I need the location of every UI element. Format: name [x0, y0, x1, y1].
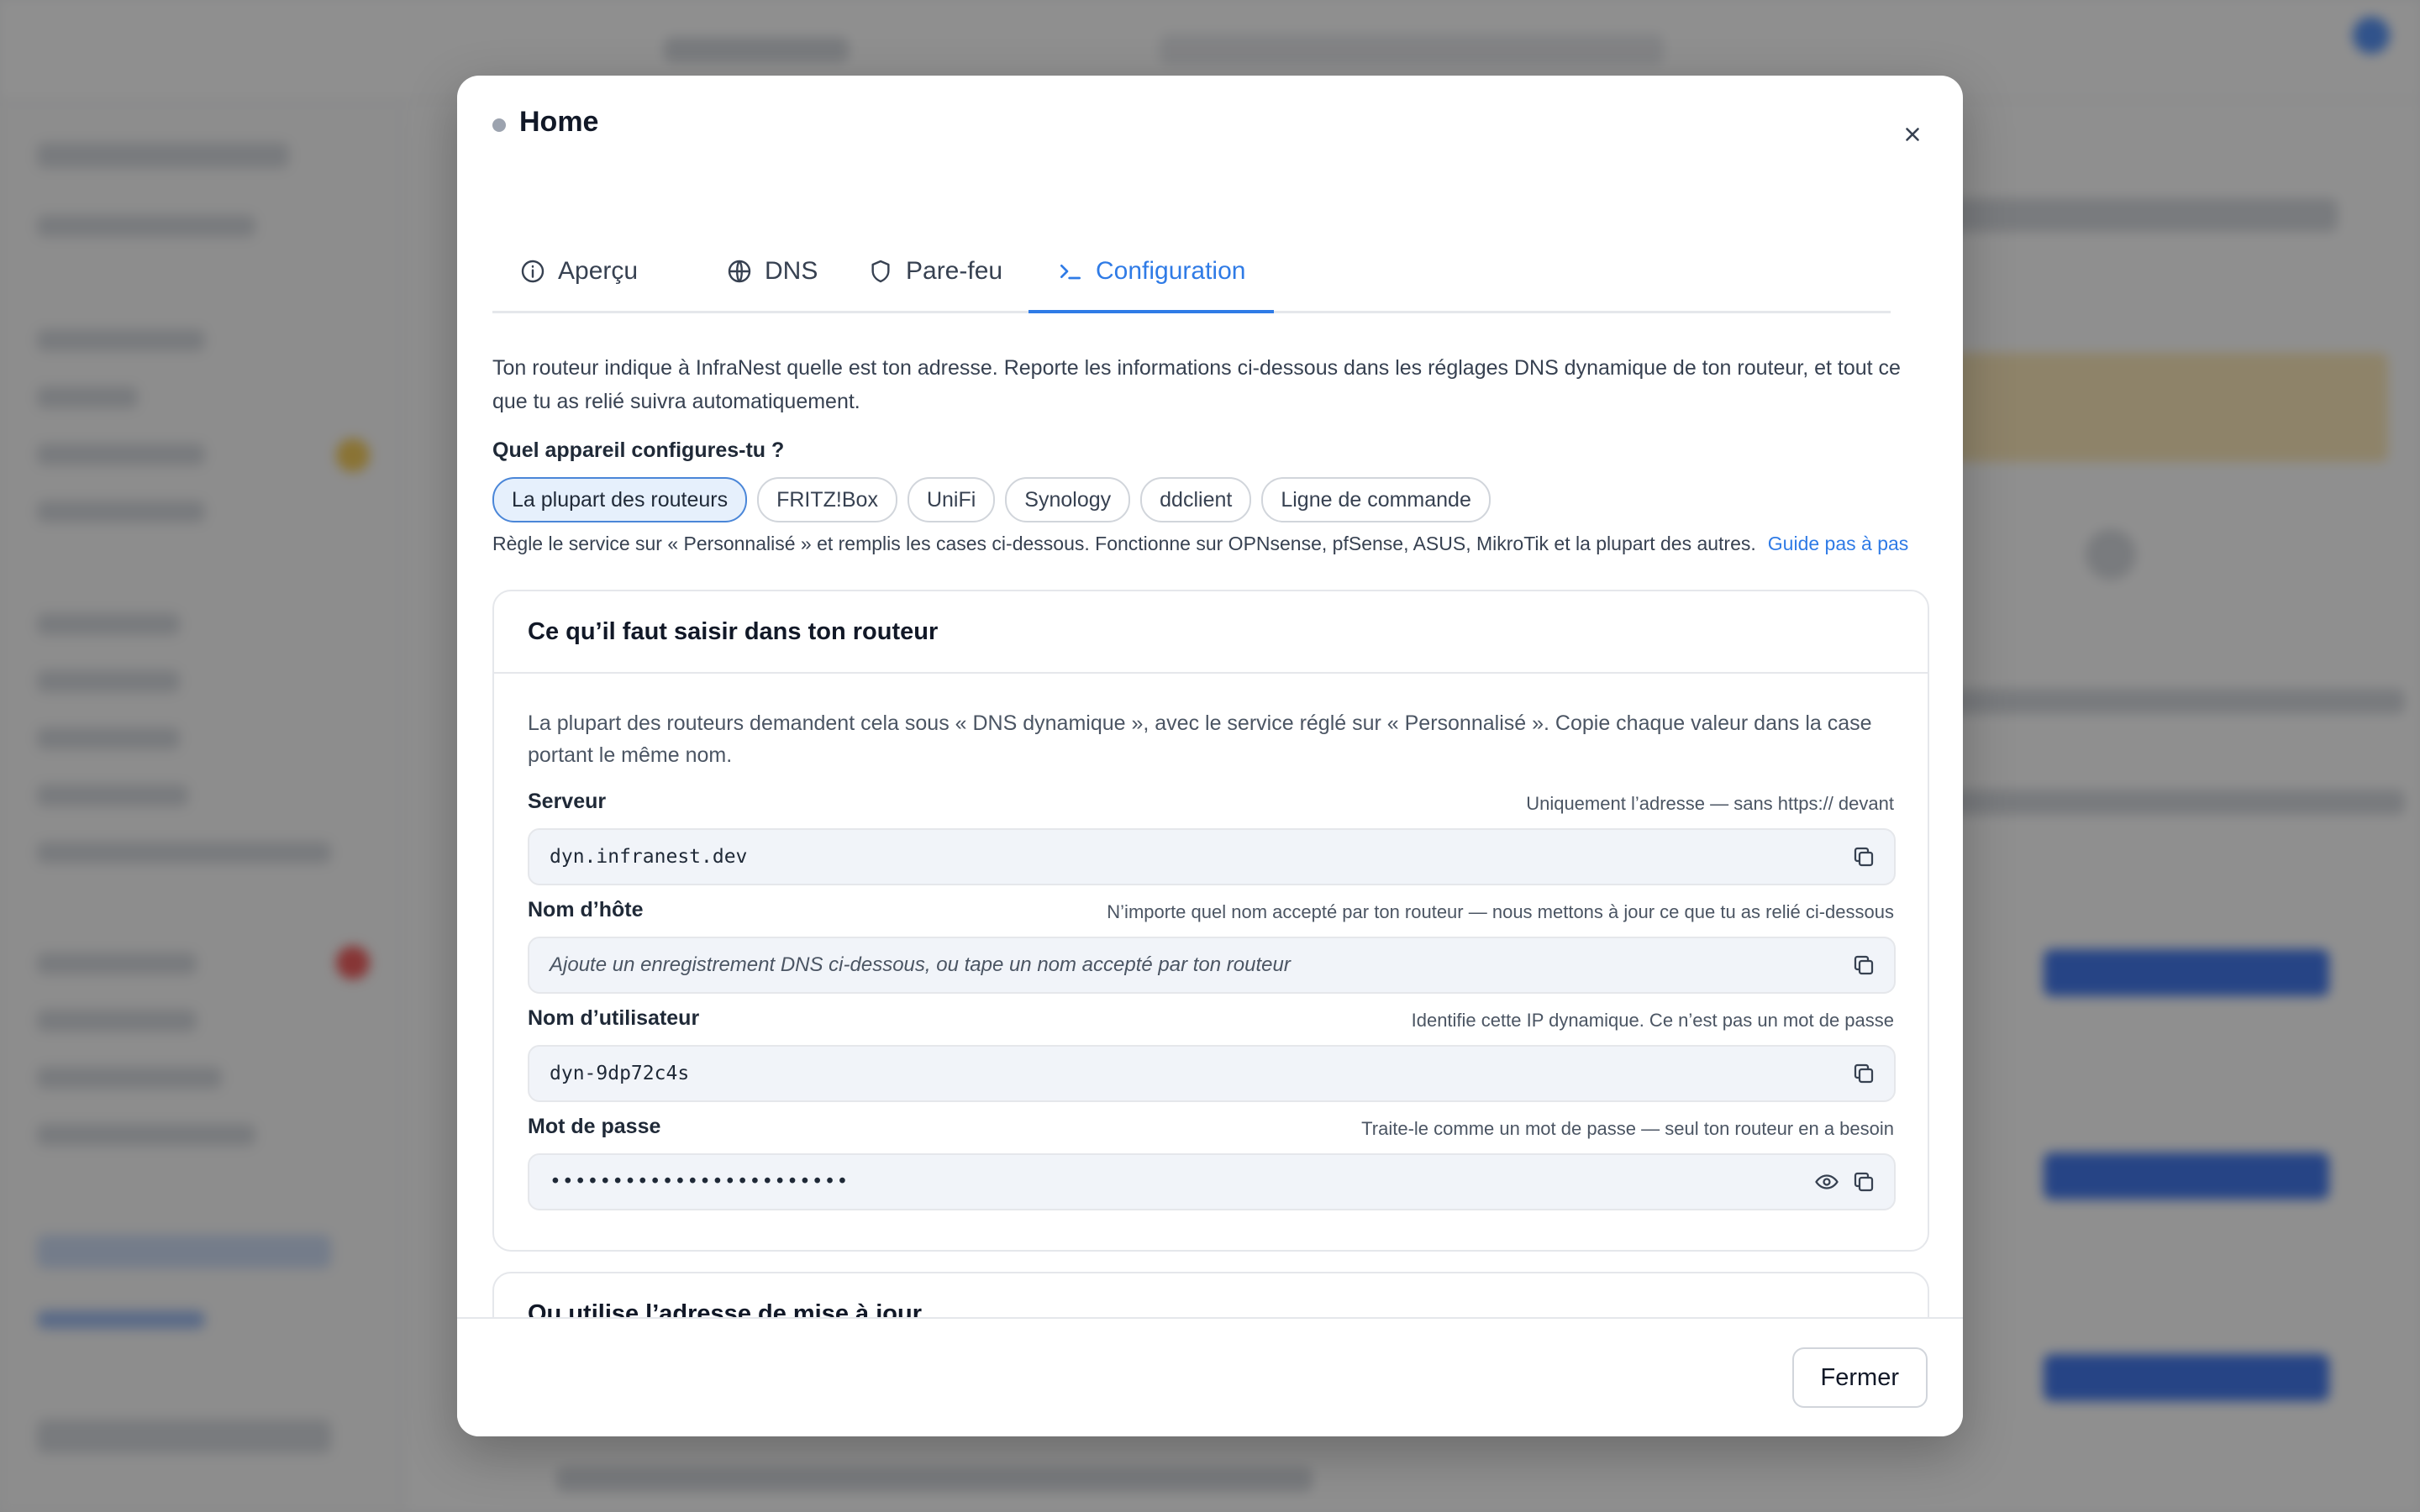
- intro-text: Ton routeur indique à InfraNest quelle e…: [492, 356, 1901, 413]
- password-label: Mot de passe: [528, 1115, 661, 1138]
- device-hint: Règle le service sur « Personnalisé » et…: [492, 533, 1908, 555]
- device-chip-most-routers[interactable]: La plupart des routeurs: [492, 477, 748, 522]
- copy-icon: [1854, 847, 1874, 867]
- hostname-field[interactable]: Ajoute un enregistrement DNS ci-dessous,…: [528, 937, 1896, 994]
- username-hint: Identifie cette IP dynamique. Ce n’est p…: [1411, 1010, 1894, 1031]
- copy-hostname-button[interactable]: [1849, 950, 1879, 980]
- reveal-password-button[interactable]: [1812, 1167, 1842, 1197]
- password-hint: Traite-le comme un mot de passe — seul t…: [1361, 1118, 1894, 1139]
- copy-icon: [1854, 955, 1874, 975]
- hostname-label: Nom d’hôte: [528, 898, 644, 921]
- terminal-icon: [1060, 265, 1081, 280]
- card-title: Ce qu’il faut saisir dans ton routeur: [494, 591, 1928, 674]
- username-label: Nom d’utilisateur: [528, 1006, 700, 1030]
- server-label: Serveur: [528, 790, 607, 813]
- copy-icon: [1854, 1172, 1874, 1192]
- device-hint-text: Règle le service sur « Personnalisé » et…: [492, 533, 1756, 554]
- status-dot: [492, 118, 506, 132]
- server-hint: Uniquement l’adresse — sans https:// dev…: [1526, 793, 1894, 814]
- dialog-title: Home: [519, 106, 599, 138]
- tab-label: Pare-feu: [906, 257, 1003, 285]
- device-chip-unifi[interactable]: UniFi: [907, 477, 996, 522]
- card-description: La plupart des routeurs demandent cela s…: [528, 711, 1872, 767]
- copy-icon: [1854, 1063, 1874, 1084]
- device-chip-synology[interactable]: Synology: [1005, 477, 1131, 522]
- device-chip-command-line[interactable]: Ligne de commande: [1261, 477, 1491, 522]
- tab-pare-feu[interactable]: Pare-feu: [867, 232, 1002, 311]
- server-value: dyn.infranest.dev: [550, 846, 748, 868]
- hostname-placeholder: Ajoute un enregistrement DNS ci-dessous,…: [550, 953, 1291, 976]
- close-dialog-button[interactable]: [1889, 111, 1936, 158]
- dialog-body[interactable]: Ton routeur indique à InfraNest quelle e…: [457, 312, 1963, 1394]
- password-field[interactable]: ••••••••••••••••••••••••: [528, 1153, 1896, 1210]
- globe-icon: [728, 260, 751, 283]
- tab-apercu[interactable]: Aperçu: [519, 232, 638, 311]
- username-field[interactable]: dyn-9dp72c4s: [528, 1045, 1896, 1102]
- copy-password-button[interactable]: [1849, 1167, 1879, 1197]
- dialog-header: Home: [457, 76, 1963, 235]
- device-chip-ddclient[interactable]: ddclient: [1140, 477, 1252, 522]
- dialog-tabs: Aperçu DNS Pare-feu Configuration: [492, 232, 1891, 313]
- eye-icon: [1815, 1174, 1839, 1189]
- tab-label: Configuration: [1096, 257, 1246, 285]
- tab-label: DNS: [765, 257, 818, 285]
- tab-dns[interactable]: DNS: [726, 232, 818, 311]
- tab-label: Aperçu: [558, 257, 639, 285]
- shield-icon: [871, 260, 890, 283]
- dialog-footer: Fermer: [457, 1317, 1963, 1436]
- close-button[interactable]: Fermer: [1791, 1347, 1928, 1408]
- close-icon: [1906, 128, 1919, 141]
- hostname-hint: N’importe quel nom accepté par ton route…: [1107, 901, 1894, 922]
- info-icon: [521, 260, 544, 283]
- device-selector: La plupart des routeurs FRITZ!Box UniFi …: [492, 477, 1491, 522]
- server-field[interactable]: dyn.infranest.dev: [528, 828, 1896, 885]
- tab-configuration[interactable]: Configuration: [1028, 232, 1275, 313]
- copy-server-button[interactable]: [1849, 842, 1879, 872]
- device-chip-fritzbox[interactable]: FRITZ!Box: [757, 477, 897, 522]
- guide-link[interactable]: Guide pas à pas: [1768, 533, 1909, 554]
- password-value: ••••••••••••••••••••••••: [550, 1171, 850, 1193]
- router-settings-card: Ce qu’il faut saisir dans ton routeur La…: [492, 590, 1929, 1252]
- configuration-dialog: Home Aperçu DNS Pare-feu Configuration T…: [457, 76, 1963, 1436]
- username-value: dyn-9dp72c4s: [550, 1063, 690, 1084]
- device-question: Quel appareil configures-tu ?: [492, 438, 785, 462]
- copy-username-button[interactable]: [1849, 1058, 1879, 1089]
